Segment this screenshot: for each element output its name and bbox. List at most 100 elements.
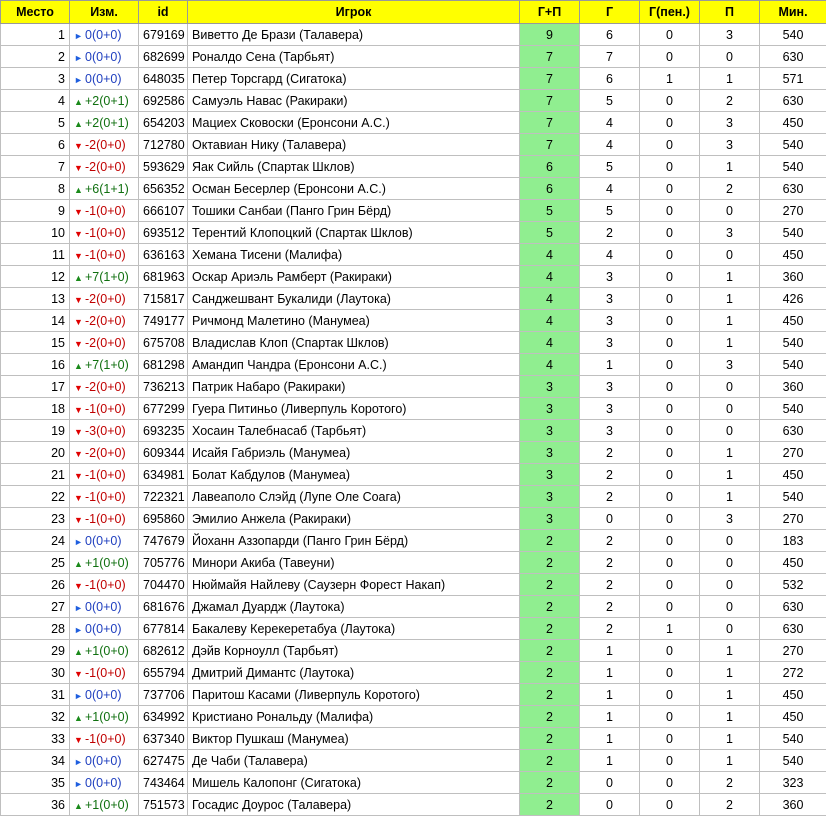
table-row[interactable]: 10 ▼ -1(0+0) 693512 Терентий Клопоцкий (Спар… [0, 221, 826, 244]
place-cell: 11 [0, 243, 70, 266]
table-row[interactable]: 7 ▼ -2(0+0) 593629 Яак Сийль (Спартак Шклов)… [0, 155, 826, 178]
assists-cell: 2 [699, 177, 760, 200]
table-row[interactable]: 21 ▼ -1(0+0) 634981 Болат Кабдулов (Манумеа)… [0, 463, 826, 486]
id-cell: 715817 [138, 287, 188, 310]
table-row[interactable]: 18 ▼ -1(0+0) 677299 Гуера Питиньо (Ливерпуль… [0, 397, 826, 420]
place-cell: 22 [0, 485, 70, 508]
id-cell: 712780 [138, 133, 188, 156]
arrow-right-icon: ► [74, 52, 83, 63]
table-row[interactable]: 13 ▼ -2(0+0) 715817 Санджешвант Букалиди (Ла… [0, 287, 826, 310]
table-row[interactable]: 2 ► 0(0+0) 682699 Роналдо Сена (Тарбьят) 7 7 0 0… [0, 45, 826, 68]
arrow-down-icon: ▼ [74, 316, 83, 327]
change-cell: ▼ -1(0+0) [69, 243, 139, 266]
minutes-cell: 540 [759, 331, 826, 354]
goals-cell: 2 [579, 617, 640, 640]
table-row[interactable]: 34 ► 0(0+0) 627475 Де Чаби (Талавера) 2 1 0 1 540 [0, 749, 826, 772]
col-goals[interactable]: Г [579, 0, 640, 24]
table-row[interactable]: 32 ▲ +1(0+0) 634992 Кристиано Рональду (Мали… [0, 705, 826, 728]
col-id[interactable]: id [138, 0, 188, 24]
table-row[interactable]: 14 ▼ -2(0+0) 749177 Ричмонд Малетино (Мануме… [0, 309, 826, 332]
table-row[interactable]: 20 ▼ -2(0+0) 609344 Исайя Габриэль (Манумеа)… [0, 441, 826, 464]
col-assists[interactable]: П [699, 0, 760, 24]
penalty-goals-cell: 0 [639, 727, 700, 750]
table-row[interactable]: 1 ► 0(0+0) 679169 Виветто Де Брази (Талавера… [0, 23, 826, 46]
change-cell: ► 0(0+0) [69, 23, 139, 46]
change-value: -1(0+0) [85, 203, 126, 218]
goals-assists-cell: 4 [519, 287, 580, 310]
table-row[interactable]: 6 ▼ -2(0+0) 712780 Октавиан Нику (Талавера) 7… [0, 133, 826, 156]
table-row[interactable]: 16 ▲ +7(1+0) 681298 Амандип Чандра (Еронсони… [0, 353, 826, 376]
col-minutes[interactable]: Мин. [759, 0, 826, 24]
minutes-cell: 450 [759, 551, 826, 574]
minutes-cell: 540 [759, 155, 826, 178]
penalty-goals-cell: 0 [639, 573, 700, 596]
change-value: -1(0+0) [85, 247, 126, 262]
col-goals-assists[interactable]: Г+П [519, 0, 580, 24]
penalty-goals-cell: 0 [639, 375, 700, 398]
col-change[interactable]: Изм. [69, 0, 139, 24]
penalty-goals-cell: 0 [639, 529, 700, 552]
table-row[interactable]: 35 ► 0(0+0) 743464 Мишель Калопонг (Сигатока… [0, 771, 826, 794]
table-row[interactable]: 4 ▲ +2(0+1) 692586 Самуэль Навас (Ракираки) 7… [0, 89, 826, 112]
change-value: -1(0+0) [85, 225, 126, 240]
table-row[interactable]: 22 ▼ -1(0+0) 722321 Лавеаполо Слэйд (Лупе Ол… [0, 485, 826, 508]
goals-cell: 1 [579, 353, 640, 376]
change-cell: ► 0(0+0) [69, 529, 139, 552]
table-row[interactable]: 30 ▼ -1(0+0) 655794 Дмитрий Димантс (Лаутока… [0, 661, 826, 684]
col-player[interactable]: Игрок [187, 0, 520, 24]
minutes-cell: 630 [759, 89, 826, 112]
id-cell: 747679 [138, 529, 188, 552]
col-place[interactable]: Место [0, 0, 70, 24]
change-value: -2(0+0) [85, 291, 126, 306]
table-row[interactable]: 27 ► 0(0+0) 681676 Джамал Дуардж (Лаутока) 2 2… [0, 595, 826, 618]
table-row[interactable]: 23 ▼ -1(0+0) 695860 Эмилио Анжела (Ракираки)… [0, 507, 826, 530]
table-row[interactable]: 24 ► 0(0+0) 747679 Йоханн Аззопарди (Панго Г… [0, 529, 826, 552]
table-row[interactable]: 26 ▼ -1(0+0) 704470 Нюймайя Найлеву (Саузерн… [0, 573, 826, 596]
table-row[interactable]: 3 ► 0(0+0) 648035 Петер Торсгард (Сигатока) 7… [0, 67, 826, 90]
id-cell: 609344 [138, 441, 188, 464]
goals-assists-cell: 4 [519, 353, 580, 376]
col-penalty-goals[interactable]: Г(пен.) [639, 0, 700, 24]
table-row[interactable]: 28 ► 0(0+0) 677814 Бакалеву Керекеретабуа (Л… [0, 617, 826, 640]
table-row[interactable]: 25 ▲ +1(0+0) 705776 Минори Акиба (Тавеуни) 2 2… [0, 551, 826, 574]
table-row[interactable]: 17 ▼ -2(0+0) 736213 Патрик Набаро (Ракираки)… [0, 375, 826, 398]
goals-cell: 4 [579, 243, 640, 266]
id-cell: 751573 [138, 793, 188, 816]
goals-assists-cell: 2 [519, 727, 580, 750]
player-cell: Кристиано Рональду (Малифа) [187, 705, 520, 728]
table-row[interactable]: 33 ▼ -1(0+0) 637340 Виктор Пушкаш (Манумеа) 2… [0, 727, 826, 750]
minutes-cell: 360 [759, 793, 826, 816]
goals-cell: 4 [579, 111, 640, 134]
table-row[interactable]: 8 ▲ +6(1+1) 656352 Осман Бесерлер (Еронсони … [0, 177, 826, 200]
table-row[interactable]: 5 ▲ +2(0+1) 654203 Мациех Сковоски (Еронсони… [0, 111, 826, 134]
assists-cell: 1 [699, 309, 760, 332]
penalty-goals-cell: 0 [639, 89, 700, 112]
arrow-up-icon: ▲ [74, 558, 83, 569]
table-row[interactable]: 36 ▲ +1(0+0) 751573 Госадис Доурос (Талавера… [0, 793, 826, 816]
goals-cell: 1 [579, 661, 640, 684]
goals-assists-cell: 7 [519, 89, 580, 112]
place-cell: 7 [0, 155, 70, 178]
change-cell: ► 0(0+0) [69, 683, 139, 706]
table-row[interactable]: 11 ▼ -1(0+0) 636163 Хемана Тисени (Малифа) 4 4… [0, 243, 826, 266]
penalty-goals-cell: 0 [639, 595, 700, 618]
player-cell: Владислав Клоп (Спартак Шклов) [187, 331, 520, 354]
table-row[interactable]: 15 ▼ -2(0+0) 675708 Владислав Клоп (Спартак … [0, 331, 826, 354]
table-row[interactable]: 31 ► 0(0+0) 737706 Паритош Касами (Ливерпуль… [0, 683, 826, 706]
penalty-goals-cell: 0 [639, 507, 700, 530]
goals-cell: 3 [579, 287, 640, 310]
assists-cell: 1 [699, 265, 760, 288]
table-row[interactable]: 12 ▲ +7(1+0) 681963 Оскар Ариэль Рамберт (Ра… [0, 265, 826, 288]
arrow-up-icon: ▲ [74, 360, 83, 371]
assists-cell: 3 [699, 353, 760, 376]
assists-cell: 1 [699, 155, 760, 178]
id-cell: 749177 [138, 309, 188, 332]
table-row[interactable]: 29 ▲ +1(0+0) 682612 Дэйв Корноулл (Тарбьят) 2… [0, 639, 826, 662]
change-cell: ▲ +1(0+0) [69, 639, 139, 662]
player-cell: Болат Кабдулов (Манумеа) [187, 463, 520, 486]
table-row[interactable]: 19 ▼ -3(0+0) 693235 Хосаин Талебнасаб (Тарбь… [0, 419, 826, 442]
table-row[interactable]: 9 ▼ -1(0+0) 666107 Тошики Санбаи (Панго Грин… [0, 199, 826, 222]
change-value: 0(0+0) [85, 687, 122, 702]
place-cell: 18 [0, 397, 70, 420]
place-cell: 20 [0, 441, 70, 464]
